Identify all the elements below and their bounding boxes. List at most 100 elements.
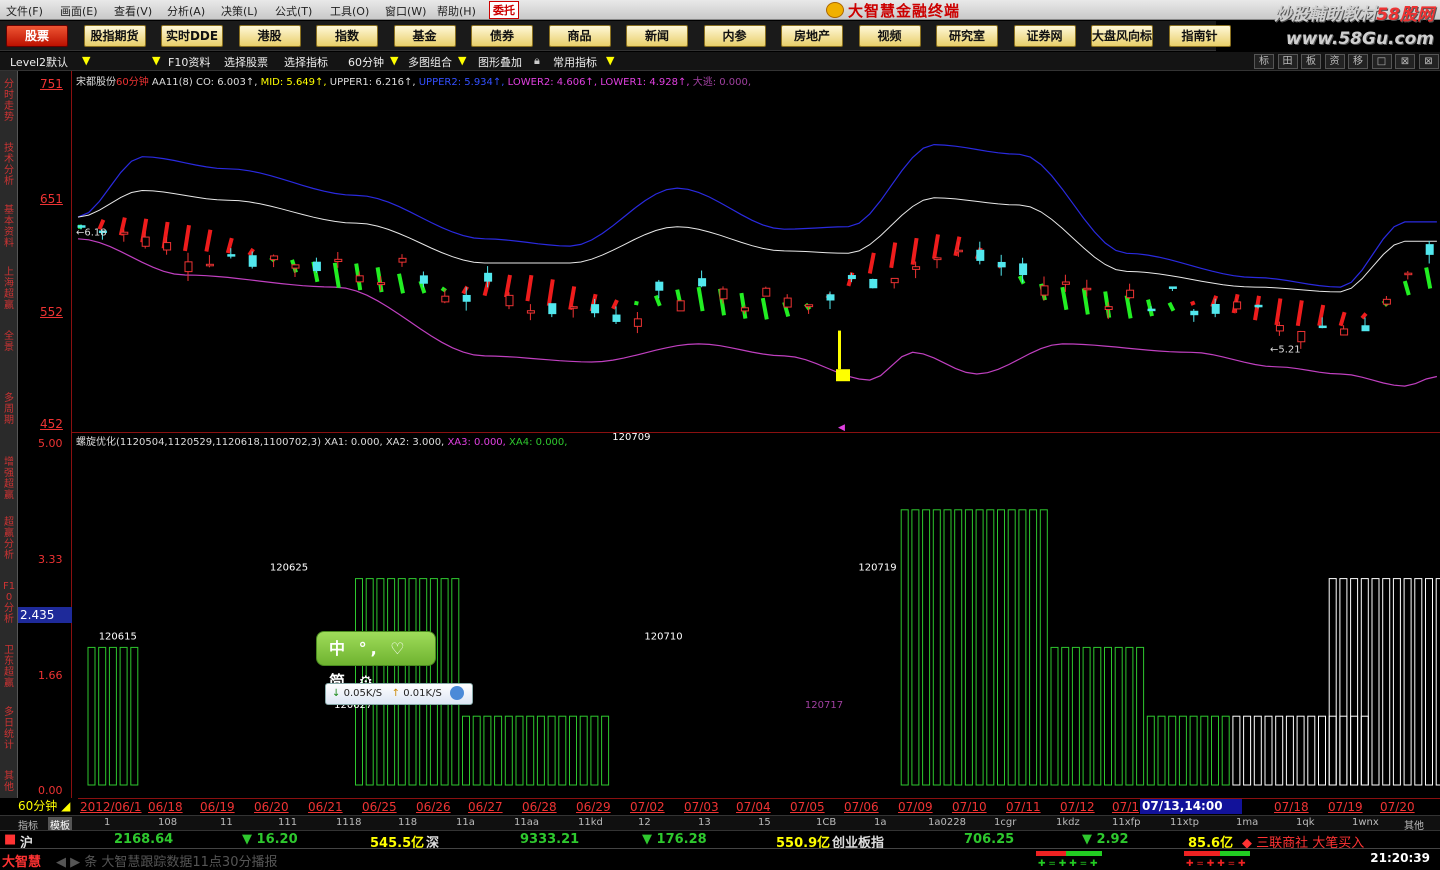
template-tab[interactable]: 12 <box>638 817 651 828</box>
menu-item[interactable]: 决策(L) <box>221 3 258 19</box>
overlay-button[interactable]: 图形叠加 <box>478 54 522 70</box>
f10-button[interactable]: F10资料 <box>168 54 210 70</box>
price-chart[interactable]: ←6.18 ←5.21 ◀ <box>72 71 1440 432</box>
ribbon-stripe <box>696 286 705 312</box>
side-tab[interactable]: 多周期 <box>2 393 16 426</box>
view-toggle-button[interactable]: 资 <box>1324 54 1345 69</box>
lock-icon[interactable]: 🔒︎ <box>534 54 540 68</box>
nav-tab[interactable]: 证券网 <box>1013 25 1076 47</box>
nav-tab[interactable]: 指南针 <box>1168 25 1231 47</box>
view-toggle-button[interactable]: 田 <box>1277 54 1298 69</box>
nav-tab[interactable]: 港股 <box>238 25 301 47</box>
template-tab[interactable]: 11a <box>456 817 475 828</box>
sz-index: 9333.21 <box>520 832 580 847</box>
period-label[interactable]: 60分钟 ◢ <box>0 798 78 815</box>
nav-tab[interactable]: 房地产 <box>781 25 843 47</box>
entrust-button[interactable]: 委托 <box>489 1 519 19</box>
menu-item[interactable]: 工具(O) <box>330 3 369 19</box>
template-tab[interactable]: 1qk <box>1296 817 1315 828</box>
nav-tab[interactable]: 指数 <box>316 25 378 47</box>
template-tab[interactable]: 108 <box>158 817 177 828</box>
indicator-bar <box>1104 646 1112 786</box>
template-tab[interactable]: 11xtp <box>1170 817 1199 828</box>
period-dropdown-icon[interactable]: ▼ <box>390 54 398 67</box>
menu-item[interactable]: 公式(T) <box>275 3 312 19</box>
indicator-chart[interactable]: 1206151206251206271207091207101207171207… <box>72 433 1440 799</box>
nav-tab[interactable]: 商品 <box>548 25 611 47</box>
template-tab[interactable]: 11kd <box>578 817 603 828</box>
view-toggle-button[interactable]: 移 <box>1348 54 1368 69</box>
price-legend: 宋都股份60分钟 AA11(8) CO: 6.003↑, MID: 5.649↑… <box>76 73 751 88</box>
view-toggle-button[interactable]: ⊠ <box>1395 54 1415 69</box>
template-tab[interactable]: 1cgr <box>994 817 1016 828</box>
menu-item[interactable]: 画面(E) <box>60 3 98 19</box>
nav-tab[interactable]: 研究室 <box>936 25 998 47</box>
template-tab[interactable]: 1a <box>874 817 887 828</box>
side-tab[interactable]: 基本资料 <box>2 205 16 249</box>
side-tab[interactable]: 卫东超赢 <box>2 645 16 689</box>
ime-toolbar[interactable]: 中 °, ♡ 简 ⚙ <box>316 631 436 691</box>
view-toggle-button[interactable]: □ <box>1371 54 1392 69</box>
ticker-text[interactable]: ◀ ▶ 条 大智慧跟踪数据11点30分播报 <box>56 851 277 870</box>
template-tab[interactable]: 1a0228 <box>928 817 966 828</box>
template-tab[interactable]: 118 <box>398 817 417 828</box>
menu-item[interactable]: 查看(V) <box>114 3 152 19</box>
period-select[interactable]: 60分钟 <box>348 54 384 70</box>
ticker-logo[interactable]: 大智慧 <box>2 851 41 870</box>
ribbon-stripe <box>1167 301 1176 312</box>
menu-item[interactable]: 窗口(W) <box>385 3 426 19</box>
nav-tab[interactable]: 大盘风向标 <box>1091 25 1153 47</box>
nav-tab[interactable]: 基金 <box>393 25 456 47</box>
side-tab[interactable]: 技术分析 <box>2 143 16 187</box>
view-toggle-button[interactable]: ⊠ <box>1418 54 1439 69</box>
nav-tab[interactable]: 内参 <box>703 25 766 47</box>
template-tab[interactable]: 1CB <box>816 817 836 828</box>
nav-tab[interactable]: 新闻 <box>626 25 688 47</box>
template-tab[interactable]: 11 <box>220 817 233 828</box>
view-toggle-button[interactable]: 板 <box>1301 54 1321 69</box>
select-indicator-button[interactable]: 选择指标 <box>284 54 328 70</box>
template-tab[interactable]: 11xfp <box>1112 817 1141 828</box>
side-tab[interactable]: 分时走势 <box>2 79 16 123</box>
view-toggle-button[interactable]: 标 <box>1254 54 1274 69</box>
side-tab[interactable]: F10分析 <box>2 581 16 625</box>
side-tab[interactable]: 增强超赢 <box>2 457 16 501</box>
template-tab[interactable]: 15 <box>758 817 771 828</box>
nav-tab[interactable]: 股指期货 <box>83 25 146 47</box>
side-tab[interactable]: 其他 <box>2 771 16 793</box>
f10-dropdown-icon[interactable]: ▼ <box>152 54 160 67</box>
nav-tab[interactable]: 视频 <box>858 25 921 47</box>
multi-chart-button[interactable]: 多图组合 <box>408 54 452 70</box>
legend-xa2: XA2: 3.000, <box>385 437 445 448</box>
template-tab[interactable]: 111 <box>278 817 297 828</box>
level2-dropdown-icon[interactable]: ▼ <box>82 54 90 67</box>
indicator-bar <box>1114 646 1123 786</box>
side-tab[interactable]: 超赢分析 <box>2 517 16 561</box>
select-stock-button[interactable]: 选择股票 <box>224 54 268 70</box>
template-tab[interactable]: 1118 <box>336 817 361 828</box>
multi-dropdown-icon[interactable]: ▼ <box>458 54 466 67</box>
nav-tab[interactable]: 债券 <box>471 25 533 47</box>
indicator-bar <box>536 715 545 786</box>
template-tab[interactable]: 1 <box>104 817 110 828</box>
template-tab[interactable]: 1ma <box>1236 817 1258 828</box>
template-tab[interactable]: 1wnx <box>1352 817 1379 828</box>
template-tab[interactable]: 1kdz <box>1056 817 1080 828</box>
side-tab[interactable]: 多日统计 <box>2 707 16 751</box>
menu-item[interactable]: 分析(A) <box>167 3 205 19</box>
nav-tab[interactable]: 股票 <box>6 25 68 47</box>
common-dropdown-icon[interactable]: ▼ <box>606 54 614 67</box>
template-tab[interactable]: 13 <box>698 817 711 828</box>
template-tab[interactable]: 11aa <box>514 817 539 828</box>
level2-select[interactable]: Level2默认 <box>10 54 68 70</box>
menu-item[interactable]: 文件(F) <box>6 3 43 19</box>
indicator-bar <box>1061 646 1070 786</box>
side-tab[interactable]: 全景 <box>2 331 16 353</box>
side-tab[interactable]: 上海超赢 <box>2 267 16 311</box>
menu-item[interactable]: 帮助(H) <box>437 3 476 19</box>
nav-tab[interactable]: 实时DDE <box>161 25 223 47</box>
indicator-bar <box>494 715 503 786</box>
indicator-bar <box>462 715 470 786</box>
sh-index: 2168.64 <box>114 832 174 847</box>
common-indicator-button[interactable]: 常用指标 <box>553 54 597 70</box>
